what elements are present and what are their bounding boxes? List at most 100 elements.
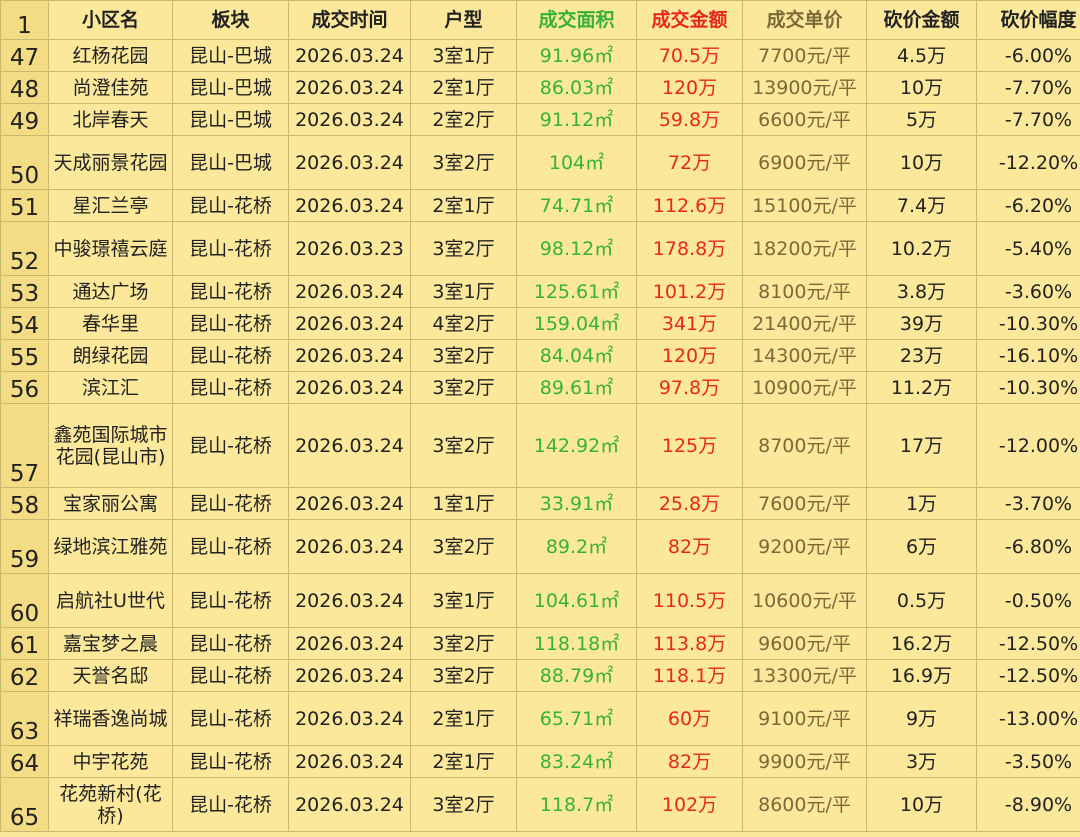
row-date: 2026.03.24	[288, 487, 411, 520]
row-cut-rate: -3.50%	[976, 745, 1080, 778]
row-number: 56	[0, 371, 49, 404]
row-date: 2026.03.24	[288, 307, 411, 340]
row-district: 昆山-花桥	[172, 573, 289, 628]
row-amount: 113.8万	[636, 627, 743, 660]
row-amount: 341万	[636, 307, 743, 340]
row-area: 88.79㎡	[516, 659, 637, 692]
table-row: 63 祥瑞香逸尚城 昆山-花桥 2026.03.24 2室1厅 65.71㎡ 60万 9100…	[0, 691, 1080, 746]
row-district: 昆山-花桥	[172, 659, 289, 692]
row-cut-rate: -16.10%	[976, 339, 1080, 372]
row-cut-rate: -6.20%	[976, 189, 1080, 222]
row-layout: 3室2厅	[410, 519, 517, 574]
header-row: 1 小区名 板块 成交时间 户型 成交面积 成交金额 成交单价 砍价金额 砍价幅…	[0, 0, 1080, 40]
row-area: 91.12㎡	[516, 103, 637, 136]
row-area: 33.91㎡	[516, 487, 637, 520]
row-area: 65.71㎡	[516, 691, 637, 746]
unit-price-header: 成交单价	[742, 0, 867, 40]
row-district: 昆山-巴城	[172, 71, 289, 104]
row-unit-price: 13900元/平	[742, 71, 867, 104]
row-cut-rate: -13.00%	[976, 691, 1080, 746]
row-amount: 60万	[636, 691, 743, 746]
row-cut-rate: -12.00%	[976, 403, 1080, 488]
row-number: 48	[0, 71, 49, 104]
row-district: 昆山-花桥	[172, 307, 289, 340]
row-layout: 3室2厅	[410, 371, 517, 404]
table-row: 64 中宇花苑 昆山-花桥 2026.03.24 2室1厅 83.24㎡ 82万 9900元/…	[0, 745, 1080, 778]
row-number: 57	[0, 403, 49, 488]
row-area: 89.2㎡	[516, 519, 637, 574]
row-unit-price: 15100元/平	[742, 189, 867, 222]
row-unit-price: 7700元/平	[742, 39, 867, 72]
row-date: 2026.03.24	[288, 103, 411, 136]
row-name: 滨江汇	[48, 371, 173, 404]
row-number: 64	[0, 745, 49, 778]
row-cut-rate: -7.70%	[976, 71, 1080, 104]
row-unit-price: 10600元/平	[742, 573, 867, 628]
row-amount: 59.8万	[636, 103, 743, 136]
row-area: 98.12㎡	[516, 221, 637, 276]
row-amount: 72万	[636, 135, 743, 190]
row-amount: 102万	[636, 777, 743, 832]
row-number: 65	[0, 777, 49, 832]
row-cut-rate: -12.50%	[976, 659, 1080, 692]
row-unit-price: 10900元/平	[742, 371, 867, 404]
row-name: 尚澄佳苑	[48, 71, 173, 104]
row-name: 春华里	[48, 307, 173, 340]
area-header: 成交面积	[516, 0, 637, 40]
row-area: 86.03㎡	[516, 71, 637, 104]
row-area: 142.92㎡	[516, 403, 637, 488]
row-amount: 70.5万	[636, 39, 743, 72]
row-number: 59	[0, 519, 49, 574]
table-row: 50 天成丽景花园 昆山-巴城 2026.03.24 3室2厅 104㎡ 72万 6900元/…	[0, 135, 1080, 190]
name-header: 小区名	[48, 0, 173, 40]
row-date: 2026.03.24	[288, 71, 411, 104]
row-layout: 3室2厅	[410, 221, 517, 276]
row-amount: 110.5万	[636, 573, 743, 628]
table-row: 57 鑫苑国际城市花园(昆山市) 昆山-花桥 2026.03.24 3室2厅 142.92…	[0, 403, 1080, 488]
row-cut-amount: 4.5万	[866, 39, 977, 72]
row-cut-rate: -12.20%	[976, 135, 1080, 190]
row-cut-amount: 1万	[866, 487, 977, 520]
row-cut-rate: -10.30%	[976, 371, 1080, 404]
cut-amount-header: 砍价金额	[866, 0, 977, 40]
table-row: 47 红杨花园 昆山-巴城 2026.03.24 3室1厅 91.96㎡ 70.5万 7700…	[0, 39, 1080, 72]
table-row: 54 春华里 昆山-花桥 2026.03.24 4室2厅 159.04㎡ 341万 21400…	[0, 307, 1080, 340]
row-name: 天誉名邸	[48, 659, 173, 692]
row-number: 55	[0, 339, 49, 372]
row-unit-price: 8700元/平	[742, 403, 867, 488]
row-layout: 2室2厅	[410, 103, 517, 136]
row-layout: 3室2厅	[410, 339, 517, 372]
row-name: 星汇兰亭	[48, 189, 173, 222]
row-amount: 112.6万	[636, 189, 743, 222]
row-layout: 4室2厅	[410, 307, 517, 340]
row-cut-amount: 6万	[866, 519, 977, 574]
row-date: 2026.03.24	[288, 39, 411, 72]
transaction-table: 1 小区名 板块 成交时间 户型 成交面积 成交金额 成交单价 砍价金额 砍价幅…	[0, 0, 1080, 832]
row-layout: 2室1厅	[410, 189, 517, 222]
row-cut-amount: 16.2万	[866, 627, 977, 660]
row-number: 58	[0, 487, 49, 520]
row-name: 中骏璟禧云庭	[48, 221, 173, 276]
row-name: 朗绿花园	[48, 339, 173, 372]
row-district: 昆山-花桥	[172, 189, 289, 222]
row-date: 2026.03.24	[288, 745, 411, 778]
row-cut-rate: -3.70%	[976, 487, 1080, 520]
row-district: 昆山-巴城	[172, 39, 289, 72]
row-district: 昆山-巴城	[172, 103, 289, 136]
row-amount: 82万	[636, 745, 743, 778]
row-date: 2026.03.24	[288, 371, 411, 404]
row-date: 2026.03.24	[288, 275, 411, 308]
row-cut-amount: 11.2万	[866, 371, 977, 404]
row-unit-price: 18200元/平	[742, 221, 867, 276]
row-unit-price: 9100元/平	[742, 691, 867, 746]
row-area: 89.61㎡	[516, 371, 637, 404]
row-layout: 3室1厅	[410, 573, 517, 628]
row-date: 2026.03.24	[288, 189, 411, 222]
row-cut-amount: 3万	[866, 745, 977, 778]
row-date: 2026.03.24	[288, 135, 411, 190]
row-name: 天成丽景花园	[48, 135, 173, 190]
row-cut-amount: 16.9万	[866, 659, 977, 692]
row-date: 2026.03.24	[288, 403, 411, 488]
table-row: 59 绿地滨江雅苑 昆山-花桥 2026.03.24 3室2厅 89.2㎡ 82万 9200元…	[0, 519, 1080, 574]
table-row: 65 花苑新村(花桥) 昆山-花桥 2026.03.24 3室2厅 118.7㎡ 102万 8…	[0, 777, 1080, 832]
